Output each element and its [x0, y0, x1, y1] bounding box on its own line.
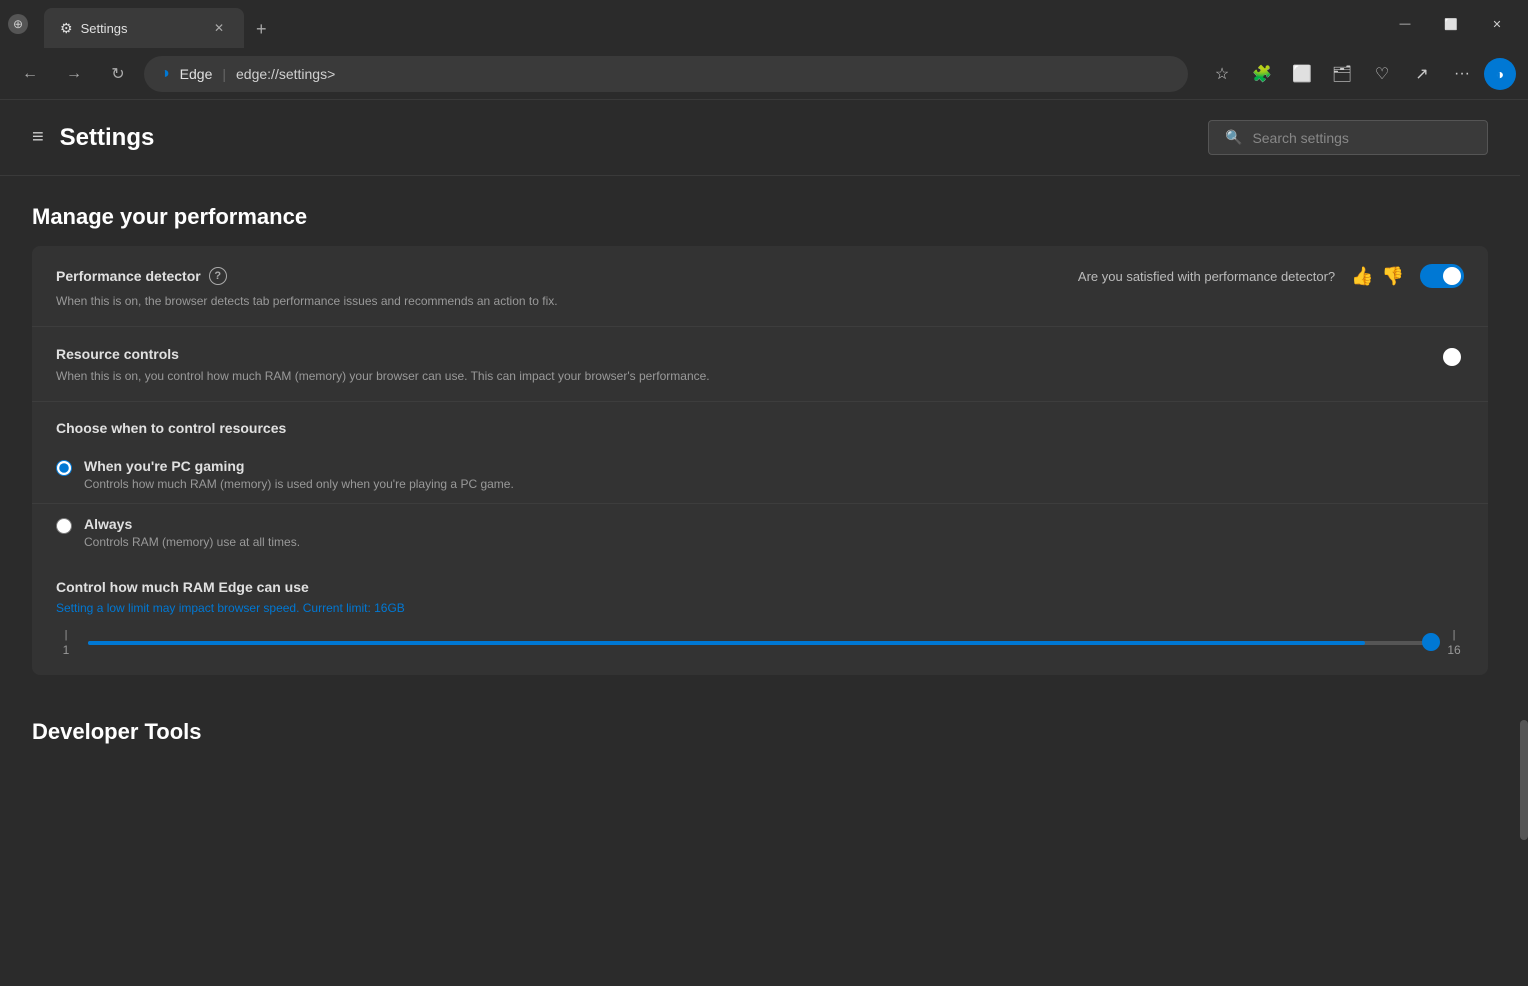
minimize-button[interactable]: —: [1382, 8, 1428, 40]
extensions-button[interactable]: 🧩: [1244, 56, 1280, 92]
tab-bar: ⚙ Settings ✕ +: [36, 0, 1374, 48]
app-body: ≡ Settings 🔍 Manage your performance Per…: [0, 100, 1528, 986]
ram-slider-thumb[interactable]: [1422, 633, 1440, 651]
ram-current-limit: 16GB: [374, 601, 405, 615]
tab-close-button[interactable]: ✕: [210, 19, 228, 37]
resource-controls-label: Resource controls: [56, 346, 179, 362]
profile-button[interactable]: ◑: [1484, 58, 1516, 90]
thumbs-up-button[interactable]: 👍: [1351, 266, 1373, 287]
title-bar-left: ⊕: [8, 14, 28, 34]
collections-button[interactable]: 🗂: [1324, 56, 1360, 92]
radio-always-row: Always Controls RAM (memory) use at all …: [32, 504, 1488, 561]
radio-gaming-label[interactable]: When you're PC gaming Controls how much …: [56, 458, 1464, 491]
settings-tab-label: Settings: [81, 21, 128, 36]
radio-always-desc: Controls RAM (memory) use at all times.: [84, 535, 300, 549]
close-button[interactable]: ✕: [1474, 8, 1520, 40]
search-settings-box[interactable]: 🔍: [1208, 120, 1488, 155]
menu-button[interactable]: ···: [1444, 56, 1480, 92]
scrollbar-thumb[interactable]: [1520, 720, 1528, 840]
scrollbar[interactable]: [1520, 100, 1528, 986]
manage-performance-title: Manage your performance: [32, 176, 1488, 246]
performance-detector-label: Performance detector ?: [56, 267, 227, 285]
new-tab-button[interactable]: +: [244, 11, 279, 48]
ram-slider-min-label: 1: [63, 643, 70, 657]
performance-card: Performance detector ? Are you satisfied…: [32, 246, 1488, 675]
search-settings-input[interactable]: [1252, 130, 1471, 146]
settings-content: ≡ Settings 🔍 Manage your performance Per…: [0, 100, 1520, 986]
settings-tab[interactable]: ⚙ Settings ✕: [44, 8, 244, 48]
ram-slider-desc: Setting a low limit may impact browser s…: [56, 601, 1464, 615]
ram-slider-label: Control how much RAM Edge can use: [56, 579, 1464, 595]
settings-tab-icon: ⚙: [60, 20, 73, 37]
thumbs-down-button[interactable]: 👎: [1382, 266, 1404, 287]
nav-icons: ☆ 🧩 ⬜ 🗂 ♡ ↗ ··· ◑: [1204, 56, 1516, 92]
browser-icon: ⊕: [8, 14, 28, 34]
performance-detector-description: When this is on, the browser detects tab…: [56, 294, 1464, 308]
browser-name-label: Edge: [180, 66, 213, 82]
radio-gaming-desc: Controls how much RAM (memory) is used o…: [84, 477, 514, 491]
radio-always-input[interactable]: [56, 518, 72, 534]
radio-always-text: Always Controls RAM (memory) use at all …: [84, 516, 300, 549]
resource-control-subsection-title: Choose when to control resources: [32, 402, 1488, 446]
restore-button[interactable]: ⬜: [1428, 8, 1474, 40]
search-icon: 🔍: [1225, 129, 1242, 146]
copilot-button[interactable]: ♡: [1364, 56, 1400, 92]
ram-slider-max-label: 16: [1447, 643, 1460, 657]
sidebar-toggle-icon[interactable]: ≡: [32, 126, 44, 149]
radio-gaming-text: When you're PC gaming Controls how much …: [84, 458, 514, 491]
feedback-question: Are you satisfied with performance detec…: [1078, 269, 1335, 284]
title-bar: ⊕ ⚙ Settings ✕ + — ⬜ ✕: [0, 0, 1528, 48]
radio-gaming-input[interactable]: [56, 460, 72, 476]
radio-gaming-row: When you're PC gaming Controls how much …: [32, 446, 1488, 504]
ram-slider-row: Control how much RAM Edge can use Settin…: [32, 561, 1488, 675]
ram-slider-track[interactable]: [88, 641, 1432, 645]
back-button[interactable]: ←: [12, 56, 48, 92]
nav-bar: ← → ↻ ◑ Edge | edge://settings> ☆ 🧩 ⬜ 🗂 …: [0, 48, 1528, 100]
ram-slider-container: | 1 | 16: [56, 629, 1464, 657]
performance-detector-row: Performance detector ? Are you satisfied…: [32, 246, 1488, 327]
forward-button[interactable]: →: [56, 56, 92, 92]
developer-tools-title: Developer Tools: [32, 691, 1488, 761]
feedback-section: Are you satisfied with performance detec…: [1078, 264, 1464, 288]
resource-controls-row: Resource controls When this is on, you c…: [32, 327, 1488, 402]
resource-controls-header: Resource controls: [56, 345, 1464, 363]
split-screen-button[interactable]: ⬜: [1284, 56, 1320, 92]
address-separator: |: [222, 66, 226, 82]
feedback-icons: 👍 👎: [1351, 266, 1404, 287]
window-controls: — ⬜ ✕: [1382, 8, 1520, 40]
performance-detector-help-icon[interactable]: ?: [209, 267, 227, 285]
favorites-button[interactable]: ☆: [1204, 56, 1240, 92]
settings-header: ≡ Settings 🔍: [0, 100, 1520, 176]
radio-gaming-name: When you're PC gaming: [84, 458, 514, 474]
address-bar[interactable]: ◑ Edge | edge://settings>: [144, 56, 1188, 92]
edge-logo: ◑: [160, 65, 170, 83]
settings-page-title: Settings: [60, 124, 155, 152]
resource-controls-description: When this is on, you control how much RA…: [56, 369, 1464, 383]
refresh-button[interactable]: ↻: [100, 56, 136, 92]
radio-always-label[interactable]: Always Controls RAM (memory) use at all …: [56, 516, 1464, 549]
settings-body: Manage your performance Performance dete…: [0, 176, 1520, 793]
radio-always-name: Always: [84, 516, 300, 532]
performance-detector-toggle[interactable]: [1420, 264, 1464, 288]
share-button[interactable]: ↗: [1404, 56, 1440, 92]
performance-detector-header: Performance detector ? Are you satisfied…: [56, 264, 1464, 288]
ram-slider-fill: [88, 641, 1365, 645]
address-url: edge://settings>: [236, 66, 335, 82]
